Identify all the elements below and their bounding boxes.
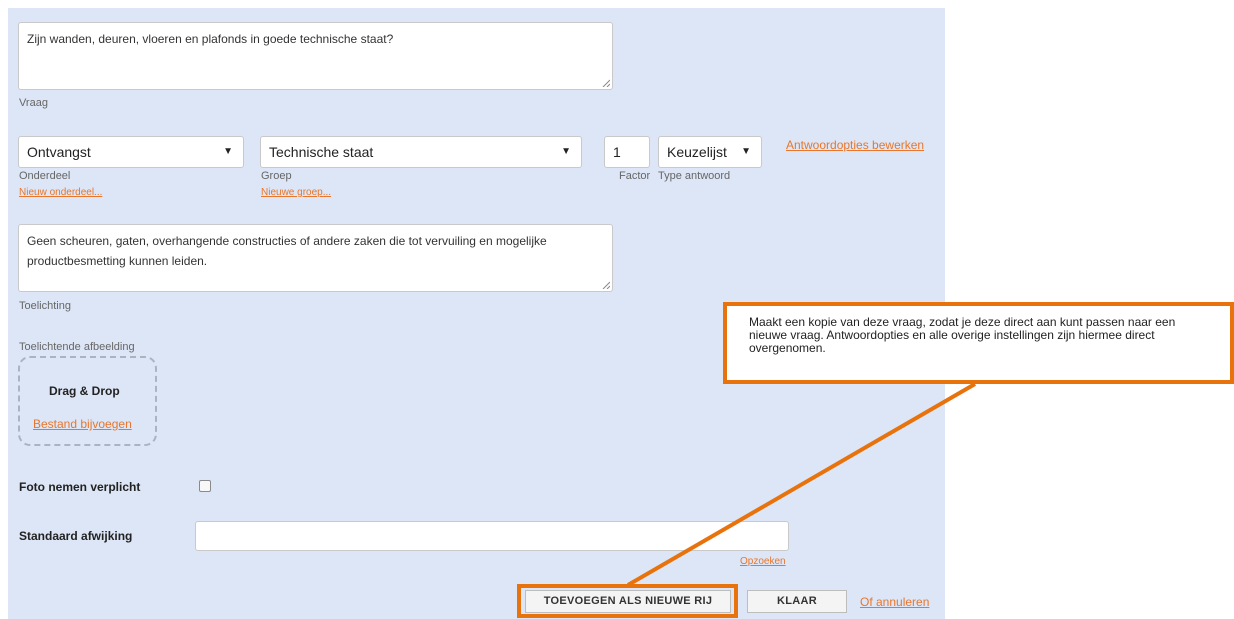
callout-text: Maakt een kopie van deze vraag, zodat je… [749, 315, 1176, 355]
callout-box: Maakt een kopie van deze vraag, zodat je… [723, 302, 1234, 384]
